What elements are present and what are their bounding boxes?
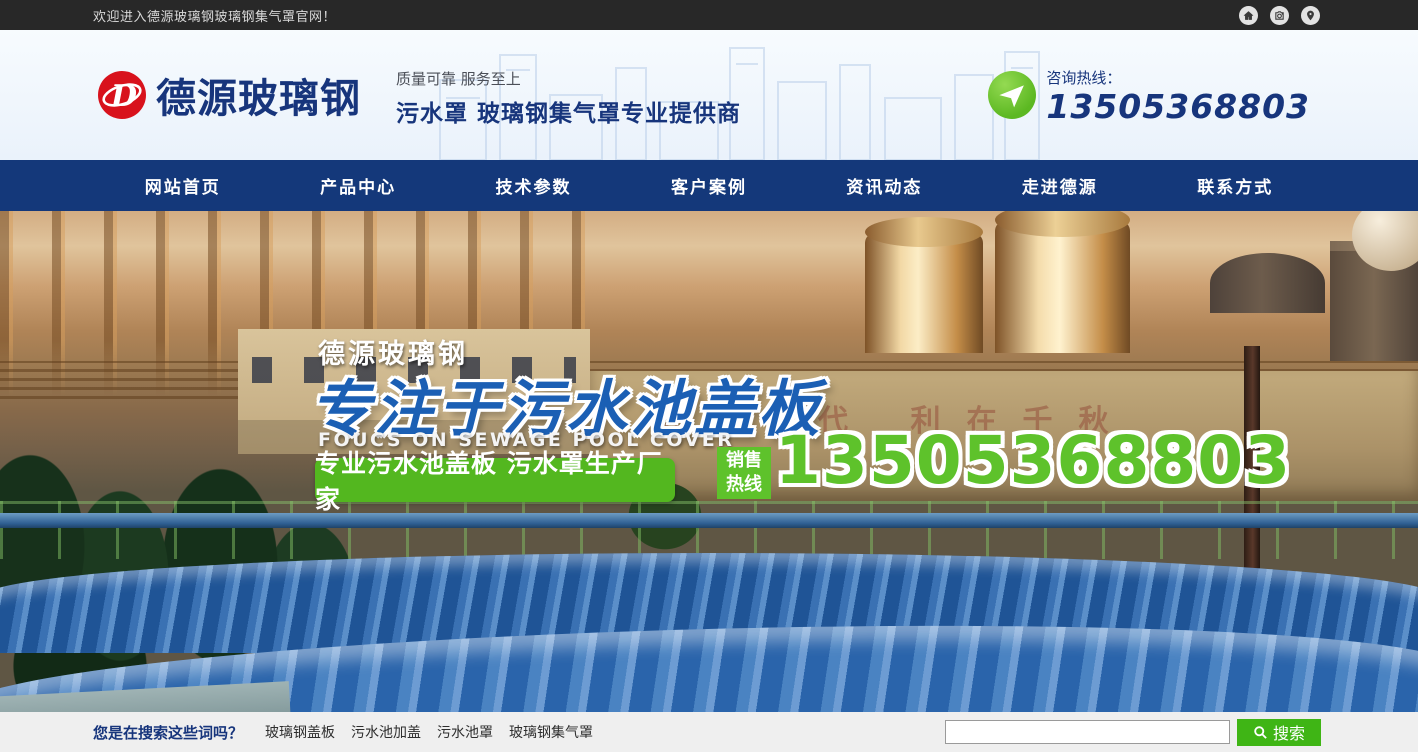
- hotline-texts: 咨询热线： 13505368803: [1046, 67, 1310, 123]
- sales-label-line1: 销售: [726, 449, 762, 473]
- nav-item-products[interactable]: 产品中心: [270, 160, 445, 211]
- camera-icon[interactable]: [1270, 6, 1289, 25]
- header-inner: D 德源玻璃钢 质量可靠 服务至上 污水罩 玻璃钢集气罩专业提供商 咨询热线： …: [0, 30, 1418, 160]
- welcome-text: 欢迎进入德源玻璃钢玻璃钢集气罩官网！: [93, 6, 336, 25]
- nav-item-contact[interactable]: 联系方式: [1148, 160, 1323, 211]
- hot-keywords: 玻璃钢盖板 污水池加盖 污水池罩 玻璃钢集气罩: [265, 722, 593, 742]
- search-input[interactable]: [945, 720, 1230, 744]
- header-slogan: 质量可靠 服务至上 污水罩 玻璃钢集气罩专业提供商: [396, 68, 741, 128]
- header-hotline: 咨询热线： 13505368803: [988, 67, 1310, 123]
- hero-gold-tank-2: [995, 221, 1130, 353]
- home-icon[interactable]: [1239, 6, 1258, 25]
- logo-mark-icon: D: [97, 70, 147, 120]
- nav-item-home[interactable]: 网站首页: [95, 160, 270, 211]
- nav-item-cases[interactable]: 客户案例: [621, 160, 796, 211]
- location-icon[interactable]: [1301, 6, 1320, 25]
- main-nav: 网站首页 产品中心 技术参数 客户案例 资讯动态 走进德源 联系方式: [0, 160, 1418, 211]
- slogan-line2: 污水罩 玻璃钢集气罩专业提供商: [396, 94, 741, 128]
- nav-item-about[interactable]: 走进德源: [972, 160, 1147, 211]
- nav-item-specs[interactable]: 技术参数: [446, 160, 621, 211]
- hero-green-railing: [0, 501, 1418, 559]
- hero-dark-dome: [1210, 253, 1325, 313]
- nav-item-news[interactable]: 资讯动态: [797, 160, 972, 211]
- hero-sales-number: 13505368803: [775, 428, 1291, 494]
- search-button[interactable]: 搜索: [1237, 719, 1321, 746]
- hero-banner: 功在当代 利在千秋 德源玻璃钢 专注于污水池盖板 FOUCS ON SEWAGE…: [0, 211, 1418, 712]
- keyword-link-2[interactable]: 污水池加盖: [351, 722, 421, 742]
- magnifier-icon: [1253, 725, 1268, 740]
- hero-sales-label: 销售 热线: [717, 447, 771, 499]
- search-button-label: 搜索: [1273, 720, 1305, 744]
- search-group: 搜索: [945, 719, 1321, 746]
- hotline-label: 咨询热线：: [1046, 67, 1310, 88]
- sales-label-line2: 热线: [726, 473, 762, 497]
- hero-tagline-button[interactable]: 专业污水池盖板 污水罩生产厂家: [315, 458, 675, 502]
- topbar-social-icons: [1239, 6, 1320, 25]
- site-header: D 德源玻璃钢 质量可靠 服务至上 污水罩 玻璃钢集气罩专业提供商 咨询热线： …: [0, 30, 1418, 160]
- search-bar-section: 您是在搜索这些词吗？ 玻璃钢盖板 污水池加盖 污水池罩 玻璃钢集气罩 搜索: [0, 712, 1418, 752]
- hotline-number: 13505368803: [1046, 90, 1310, 123]
- hero-blue-pipe: [0, 513, 1418, 528]
- search-prompt: 您是在搜索这些词吗？: [93, 722, 243, 743]
- paper-plane-icon: [988, 71, 1036, 119]
- top-bar: 欢迎进入德源玻璃钢玻璃钢集气罩官网！: [0, 0, 1418, 30]
- keyword-link-1[interactable]: 玻璃钢盖板: [265, 722, 335, 742]
- slogan-line1: 质量可靠 服务至上: [396, 68, 741, 89]
- keyword-link-4[interactable]: 玻璃钢集气罩: [509, 722, 593, 742]
- company-logo[interactable]: D 德源玻璃钢: [97, 66, 361, 124]
- hero-gold-tank-1: [865, 233, 983, 353]
- keyword-link-3[interactable]: 污水池罩: [437, 722, 493, 742]
- logo-text: 德源玻璃钢: [156, 66, 361, 124]
